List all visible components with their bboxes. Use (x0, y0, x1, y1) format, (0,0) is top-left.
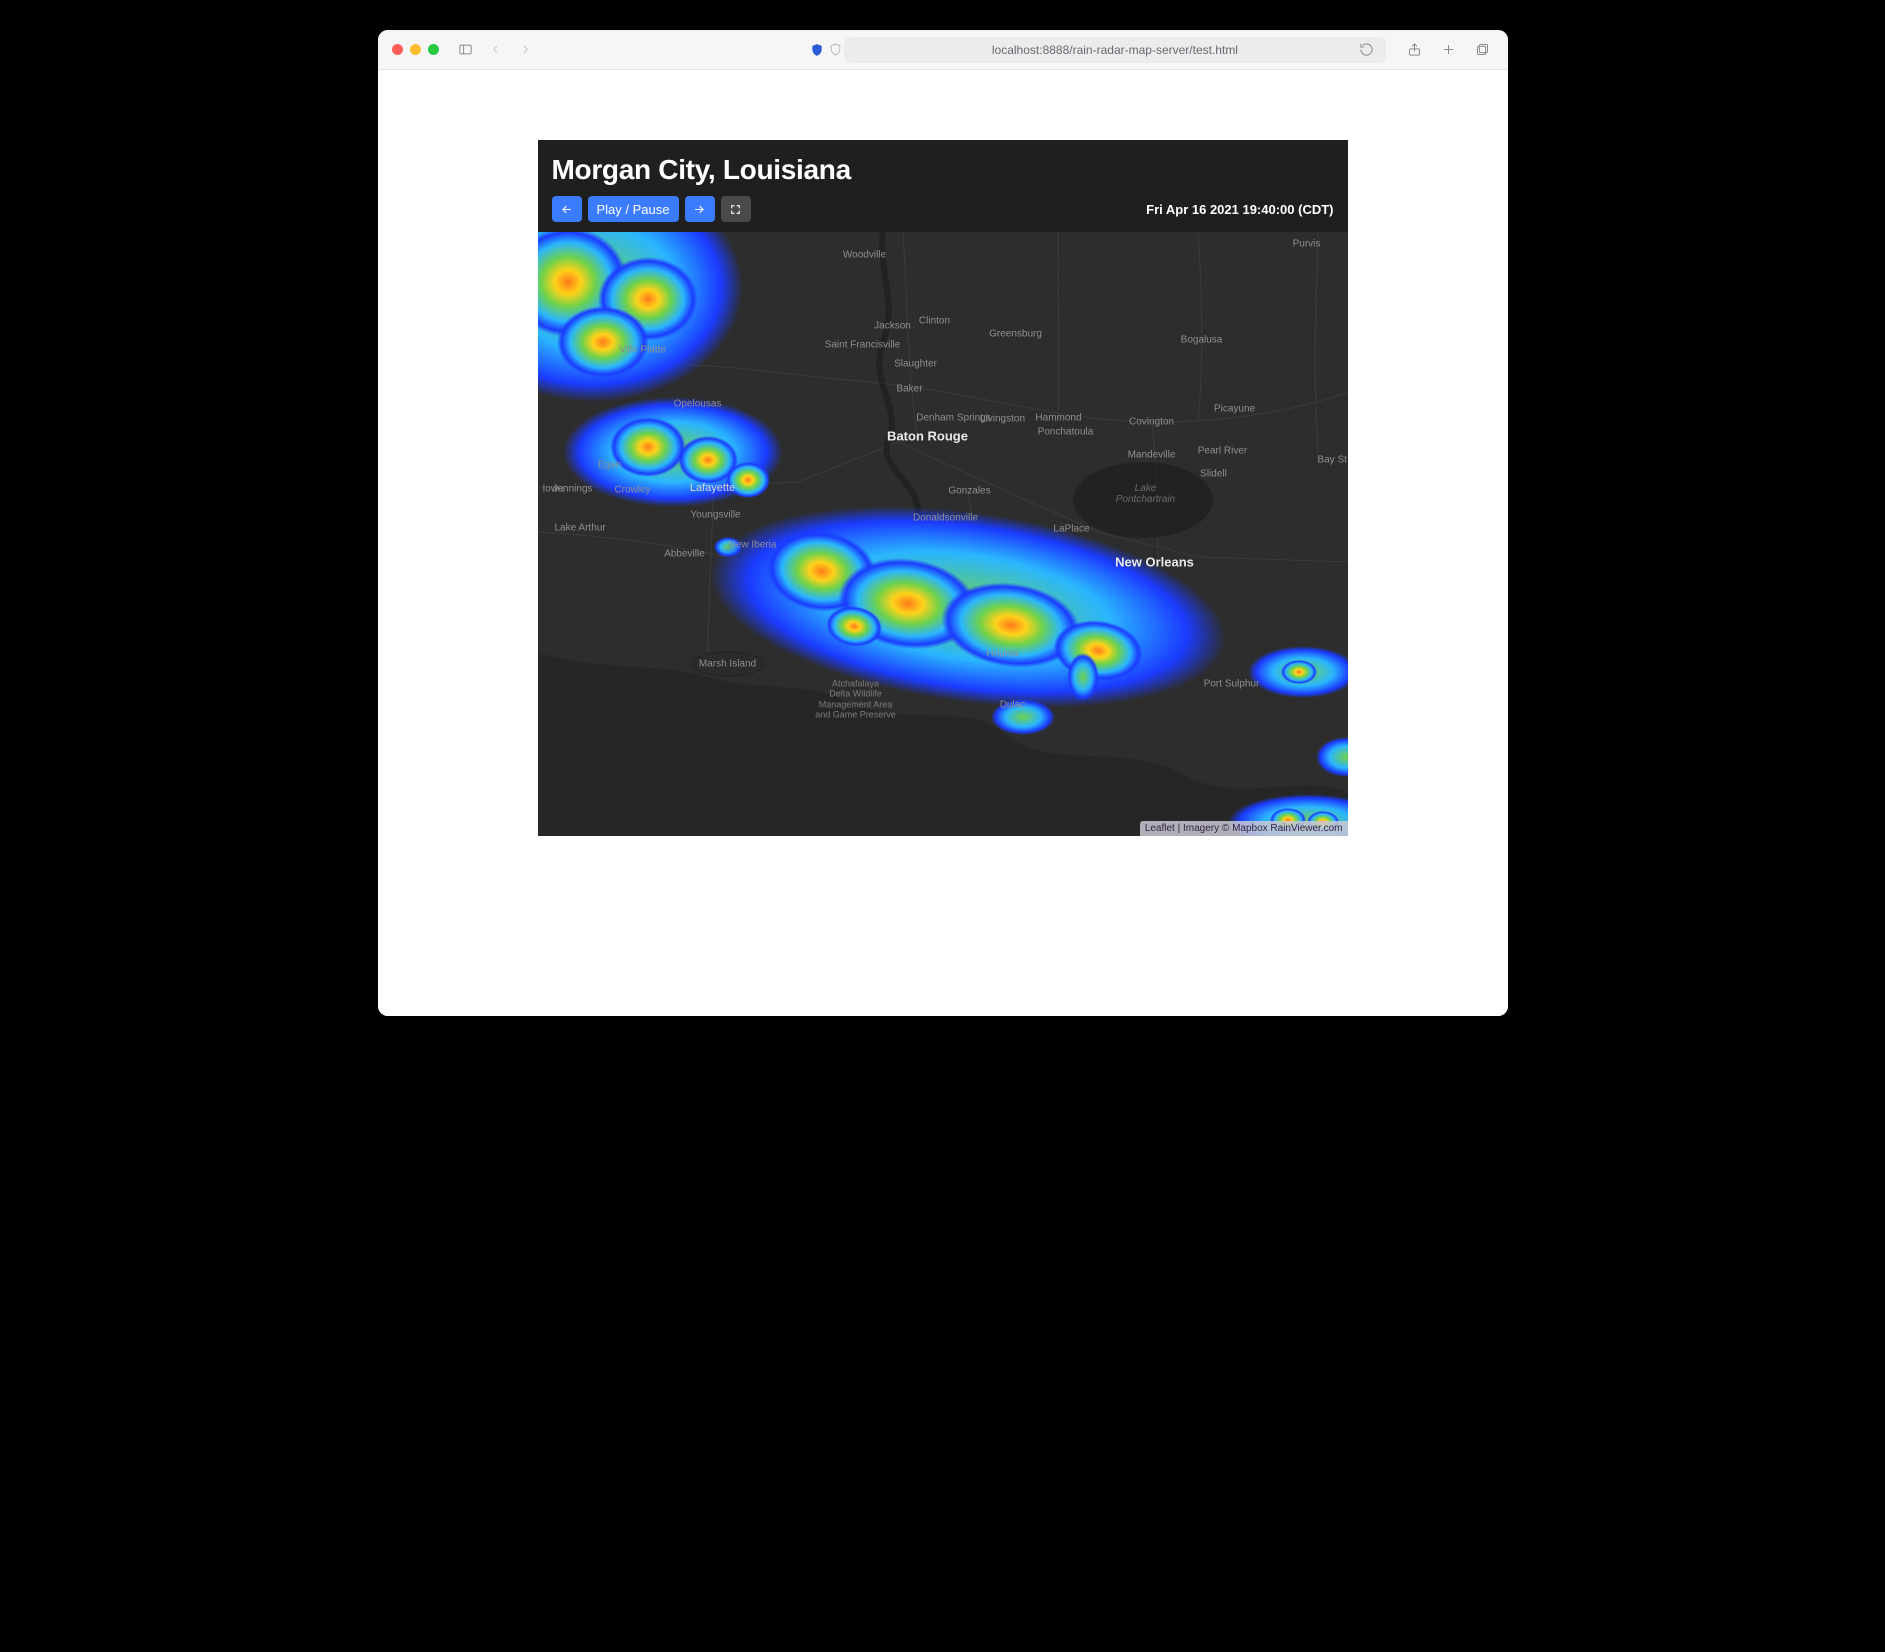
play-pause-button[interactable]: Play / Pause (588, 196, 679, 222)
next-frame-button[interactable] (685, 196, 715, 222)
page-title: Morgan City, Louisiana (552, 154, 1334, 186)
window-controls (392, 44, 439, 55)
frame-timestamp: Fri Apr 16 2021 19:40:00 (CDT) (1146, 202, 1333, 217)
tabs-overview-icon[interactable] (1472, 39, 1494, 61)
map[interactable]: Baton RougeNew Orleans Lafayette IowaLak… (538, 232, 1348, 836)
page-body: Morgan City, Louisiana Play / Pause Fri … (378, 70, 1508, 1016)
attribution-mapbox[interactable]: Mapbox (1232, 823, 1268, 834)
url-text: localhost:8888/rain-radar-map-server/tes… (992, 43, 1238, 57)
reload-icon[interactable] (1356, 39, 1378, 61)
privacy-report-icon (828, 43, 842, 57)
sidebar-toggle-icon[interactable] (455, 39, 477, 61)
share-icon[interactable] (1404, 39, 1426, 61)
nav-forward-icon[interactable] (515, 39, 537, 61)
url-bar[interactable]: localhost:8888/rain-radar-map-server/tes… (844, 37, 1385, 63)
new-tab-icon[interactable] (1438, 39, 1460, 61)
radar-controls: Play / Pause Fri Apr 16 2021 19:40:00 (C… (538, 192, 1348, 232)
prev-frame-button[interactable] (552, 196, 582, 222)
geography (538, 232, 1348, 836)
minimize-window-icon[interactable] (410, 44, 421, 55)
toolbar-right (1404, 39, 1494, 61)
browser-toolbar: localhost:8888/rain-radar-map-server/tes… (378, 30, 1508, 70)
fullscreen-button[interactable] (721, 196, 751, 222)
zoom-window-icon[interactable] (428, 44, 439, 55)
nav-back-icon[interactable] (485, 39, 507, 61)
map-attribution: Leaflet | Imagery © Mapbox RainViewer.co… (1140, 821, 1348, 836)
radar-app: Morgan City, Louisiana Play / Pause Fri … (538, 140, 1348, 836)
close-window-icon[interactable] (392, 44, 403, 55)
attribution-leaflet[interactable]: Leaflet (1145, 823, 1175, 834)
attribution-rainviewer[interactable]: RainViewer.com (1268, 823, 1343, 834)
browser-window: localhost:8888/rain-radar-map-server/tes… (378, 30, 1508, 1016)
radar-header: Morgan City, Louisiana (538, 140, 1348, 192)
shield-icon (808, 41, 825, 58)
